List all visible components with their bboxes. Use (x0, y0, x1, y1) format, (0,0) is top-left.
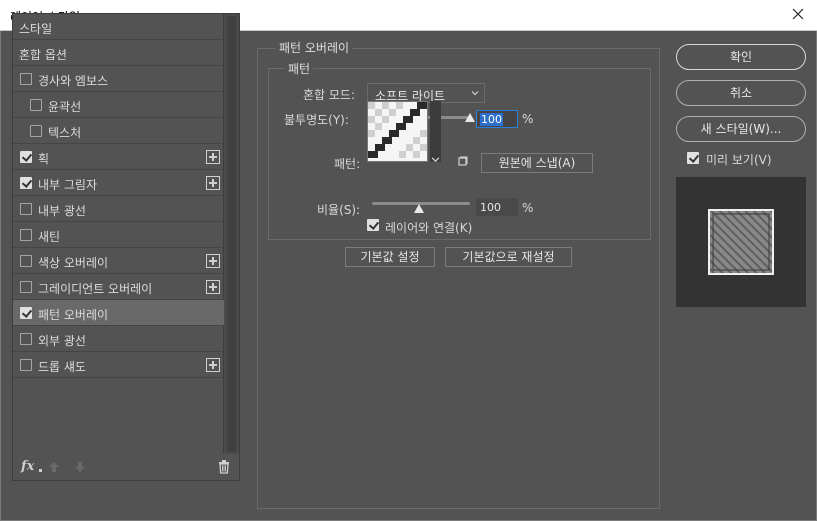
opacity-unit: % (522, 112, 534, 126)
sidebar-item-label: 내부 광선 (38, 204, 86, 218)
sidebar-item[interactable]: 패턴 오버레이 (13, 300, 224, 326)
sidebar-item-checkbox[interactable] (20, 307, 32, 319)
pattern-subgroup-title: 패턴 (285, 60, 314, 77)
sidebar-item[interactable]: 색상 오버레이 (13, 248, 224, 274)
style-preview (676, 177, 806, 307)
chevron-down-icon (471, 91, 479, 96)
style-list-footer: fx (13, 454, 239, 480)
sidebar-item[interactable]: 경사와 엠보스 (13, 66, 224, 92)
sidebar-item[interactable]: 텍스처 (13, 118, 224, 144)
cancel-button[interactable]: 취소 (676, 80, 806, 106)
link-with-layer-label: 레이어와 연결(K) (385, 221, 473, 235)
scale-value: 100 (480, 201, 501, 214)
sidebar-item[interactable]: 스타일 (13, 14, 224, 40)
snap-to-origin-button[interactable]: 원본에 스냅(A) (481, 153, 593, 173)
sidebar-item[interactable]: 윤곽선 (13, 92, 224, 118)
preview-label: 미리 보기(V) (706, 153, 772, 167)
sidebar-item-checkbox[interactable] (20, 281, 32, 293)
add-effect-icon[interactable] (206, 150, 220, 164)
sidebar-item-label: 색상 오버레이 (38, 256, 109, 270)
sidebar-item[interactable]: 혼합 옵션 (13, 40, 224, 66)
sidebar-item-checkbox[interactable] (20, 229, 32, 241)
sidebar-item-label: 텍스처 (48, 126, 82, 140)
sidebar-item-label: 새틴 (38, 230, 61, 244)
sidebar-item-checkbox[interactable] (20, 177, 32, 189)
sidebar-item[interactable]: 획 (13, 144, 224, 170)
blend-mode-label: 혼합 모드: (303, 88, 356, 102)
pattern-swatch[interactable] (367, 101, 428, 162)
add-effect-icon[interactable] (206, 280, 220, 294)
sidebar-item-checkbox[interactable] (20, 359, 32, 371)
sidebar-item-checkbox[interactable] (30, 99, 42, 111)
opacity-label: 불투명도(Y): (284, 113, 349, 127)
sidebar-item-checkbox[interactable] (20, 203, 32, 215)
style-list-panel: 스타일혼합 옵션경사와 엠보스윤곽선텍스처획내부 그림자내부 광선새틴색상 오버… (12, 13, 240, 481)
move-down-icon[interactable] (73, 460, 87, 474)
sidebar-item-label: 스타일 (19, 22, 53, 36)
fx-button[interactable]: fx (21, 459, 34, 474)
sidebar-item-label: 경사와 엠보스 (38, 74, 109, 88)
pattern-picker-chevron-icon[interactable] (431, 155, 440, 164)
scale-label: 비율(S): (317, 203, 361, 217)
sidebar-item[interactable]: 새틴 (13, 222, 224, 248)
add-effect-icon[interactable] (206, 358, 220, 372)
pattern-overlay-title: 패턴 오버레이 (276, 39, 353, 56)
close-icon[interactable] (787, 3, 809, 25)
sidebar-item[interactable]: 드롭 섀도 (13, 352, 224, 378)
opacity-input[interactable]: 100 (476, 110, 518, 128)
link-with-layer-checkbox[interactable] (367, 219, 379, 231)
sidebar-item-checkbox[interactable] (20, 73, 32, 85)
sidebar-item[interactable]: 외부 광선 (13, 326, 224, 352)
sidebar-item-checkbox[interactable] (20, 151, 32, 163)
trash-icon[interactable] (217, 459, 231, 474)
new-style-button[interactable]: 새 스타일(W)... (676, 116, 806, 142)
sidebar-item-checkbox[interactable] (20, 333, 32, 345)
preview-thumbnail (708, 209, 774, 275)
preview-checkbox[interactable] (687, 152, 699, 164)
sidebar-item-label: 윤곽선 (48, 100, 82, 114)
make-default-button[interactable]: 기본값 설정 (345, 247, 435, 267)
opacity-value: 100 (480, 113, 503, 126)
ok-button[interactable]: 확인 (676, 44, 806, 70)
sidebar-item-label: 혼합 옵션 (19, 48, 67, 62)
sidebar-item[interactable]: 그레이디언트 오버레이 (13, 274, 224, 300)
scale-unit: % (522, 201, 534, 215)
sidebar-item[interactable]: 내부 광선 (13, 196, 224, 222)
sidebar-item-label: 패턴 오버레이 (38, 308, 109, 322)
move-up-icon[interactable] (47, 460, 61, 474)
scale-slider-thumb[interactable] (414, 204, 425, 213)
sidebar-item-label: 획 (38, 152, 50, 166)
sidebar-item-checkbox[interactable] (30, 125, 42, 137)
sidebar-item[interactable]: 내부 그림자 (13, 170, 224, 196)
opacity-slider-thumb[interactable] (465, 113, 475, 122)
sidebar-item-label: 그레이디언트 오버레이 (38, 282, 153, 296)
pattern-preview-image (368, 102, 427, 161)
blend-mode-dropdown[interactable]: 소프트 라이트 (367, 83, 485, 103)
reset-to-default-button[interactable]: 기본값으로 재설정 (445, 247, 572, 267)
add-effect-icon[interactable] (206, 176, 220, 190)
add-effect-icon[interactable] (206, 254, 220, 268)
style-list-scrollbar[interactable] (223, 14, 239, 454)
sidebar-item-label: 외부 광선 (38, 334, 86, 348)
sidebar-item-label: 내부 그림자 (38, 178, 98, 192)
new-preset-icon[interactable] (457, 155, 469, 167)
sidebar-item-checkbox[interactable] (20, 255, 32, 267)
scrollbar-thumb[interactable] (227, 16, 236, 452)
scale-input[interactable]: 100 (476, 198, 518, 216)
pattern-label: 패턴: (334, 157, 361, 171)
fx-dropdown-dot (39, 469, 42, 472)
pattern-picker-strip[interactable] (430, 101, 441, 162)
sidebar-item-label: 드롭 섀도 (38, 360, 86, 374)
